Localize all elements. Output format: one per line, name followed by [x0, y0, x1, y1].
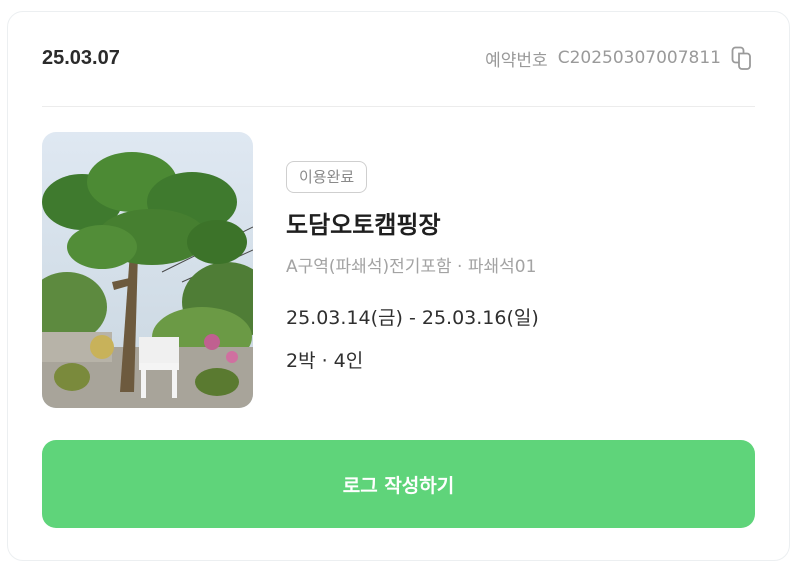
nights-guests: 2박 · 4인	[286, 350, 364, 372]
header-divider	[42, 106, 755, 107]
campsite-photo	[42, 132, 253, 408]
campsite-name: 도담오토캠핑장	[286, 211, 441, 239]
reservation-number: C20250307007811	[557, 48, 721, 68]
copy-button[interactable]	[729, 45, 755, 71]
reservation-details: 이용완료 도담오토캠핑장 A구역(파쇄석)전기포함 · 파쇄석01 25.03.…	[286, 161, 749, 373]
write-log-button[interactable]: 로그 작성하기	[42, 440, 755, 528]
campsite-thumbnail	[42, 132, 253, 408]
reservation-card: 25.03.07 예약번호 C20250307007811 이용완료 도담오토캠…	[7, 11, 790, 561]
site-name: A구역(파쇄석)전기포함 · 파쇄석01	[286, 257, 537, 277]
booking-date: 25.03.07	[42, 46, 120, 69]
card-header: 25.03.07 예약번호 C20250307007811	[42, 36, 755, 80]
copy-icon	[731, 46, 751, 70]
reservation-info: 예약번호 C20250307007811	[485, 45, 755, 71]
status-badge: 이용완료	[286, 161, 368, 193]
reservation-label: 예약번호	[485, 50, 548, 71]
stay-period: 25.03.14(금) - 25.03.16(일)	[286, 307, 539, 329]
